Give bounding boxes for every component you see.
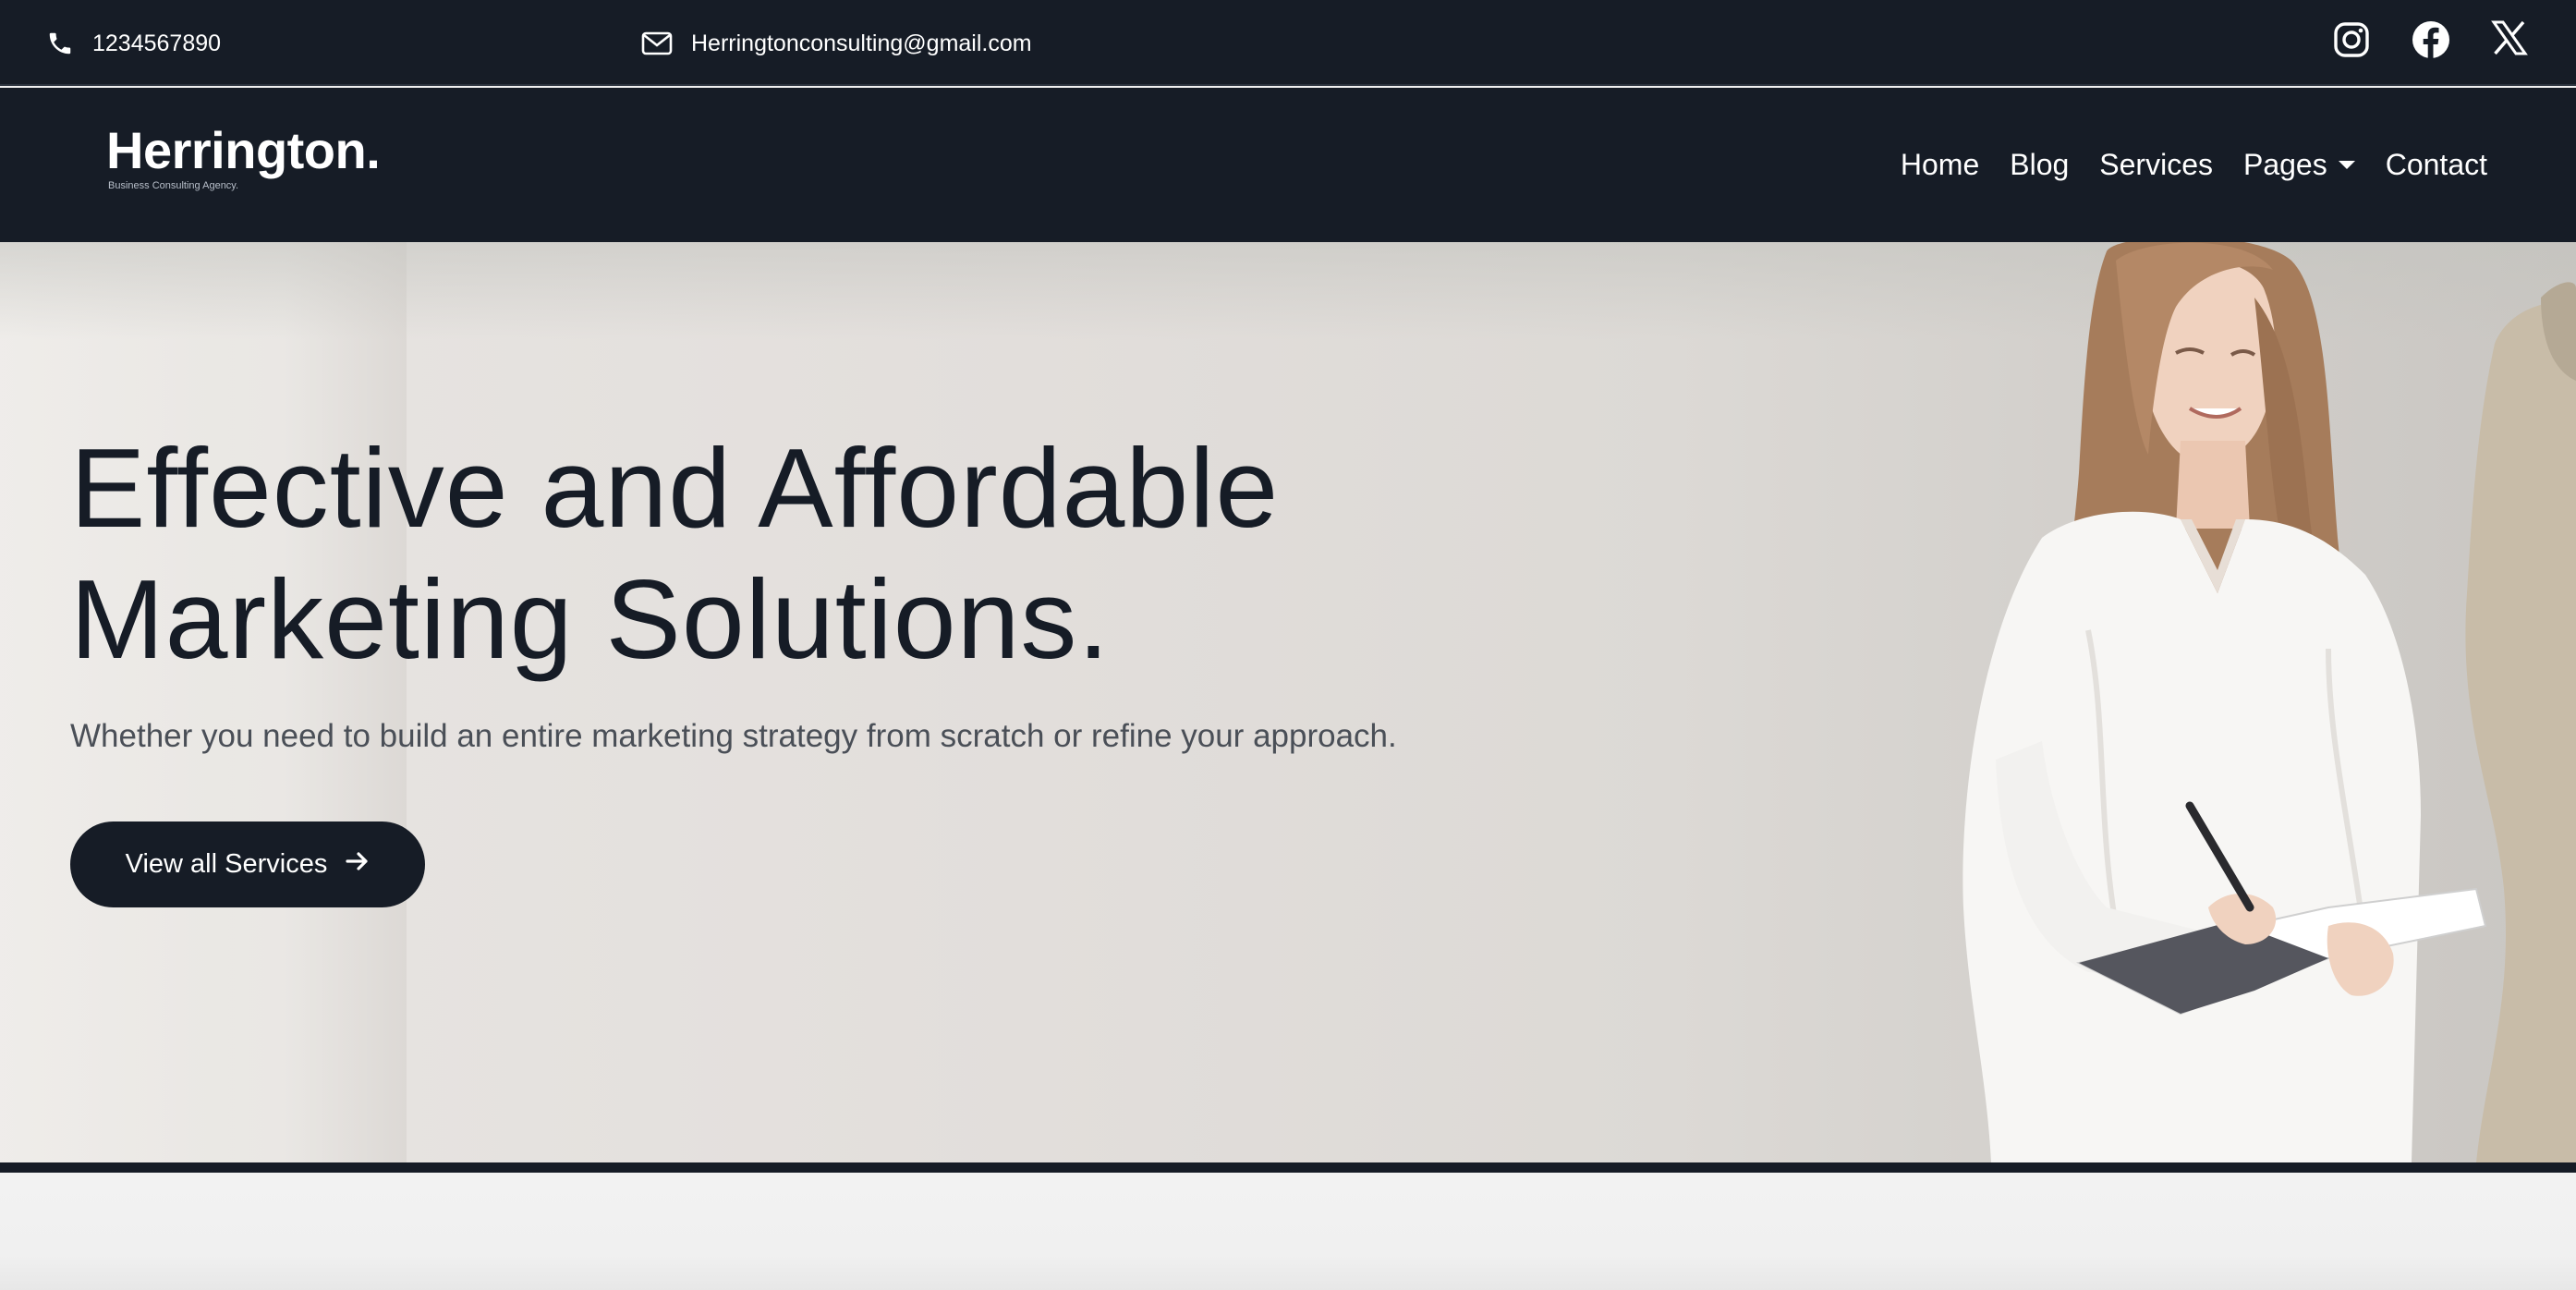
hero-background-pillar bbox=[0, 242, 407, 1162]
view-all-services-label: View all Services bbox=[125, 849, 328, 879]
nav-pages-label: Pages bbox=[2242, 148, 2327, 181]
nav-blog[interactable]: Blog bbox=[2010, 148, 2069, 182]
logo-name: Herrington. bbox=[106, 121, 381, 179]
hero-title-line-1: Effective and Affordable bbox=[70, 425, 1280, 551]
instagram-icon[interactable] bbox=[2332, 20, 2371, 59]
hero-subtitle: Whether you need to build an entire mark… bbox=[70, 718, 1397, 754]
main-navbar: Herrington. Business Consulting Agency. … bbox=[0, 88, 2576, 242]
hero-section: Effective and Affordable Marketing Solut… bbox=[0, 242, 2576, 1162]
hero-bottom-divider bbox=[0, 1162, 2576, 1173]
email-address: Herringtonconsulting@gmail.com bbox=[691, 30, 1032, 56]
next-section bbox=[0, 1173, 2576, 1290]
email-contact[interactable]: Herringtonconsulting@gmail.com bbox=[641, 26, 1032, 61]
facebook-icon[interactable] bbox=[2412, 20, 2450, 59]
social-links bbox=[2332, 20, 2530, 59]
logo-tagline: Business Consulting Agency. bbox=[108, 180, 239, 191]
view-all-services-button[interactable]: View all Services bbox=[70, 821, 425, 907]
phone-contact[interactable]: 1234567890 bbox=[46, 26, 221, 61]
nav-pages-dropdown[interactable]: Pages bbox=[2243, 148, 2355, 182]
nav-menu: Home Blog Services Pages Contact bbox=[1901, 88, 2487, 242]
nav-home[interactable]: Home bbox=[1901, 148, 1979, 182]
site-logo[interactable]: Herrington. Business Consulting Agency. bbox=[106, 121, 381, 192]
phone-icon bbox=[46, 30, 74, 57]
phone-number: 1234567890 bbox=[92, 30, 222, 56]
nav-contact[interactable]: Contact bbox=[2386, 148, 2487, 182]
envelope-icon bbox=[641, 30, 673, 56]
caret-down-icon bbox=[2338, 161, 2355, 169]
hero-title-line-2: Marketing Solutions. bbox=[70, 556, 1111, 682]
hero-photo-woman-with-notebook bbox=[1962, 242, 2576, 1162]
nav-services[interactable]: Services bbox=[2099, 148, 2213, 182]
hero-title: Effective and Affordable Marketing Solut… bbox=[70, 422, 1512, 685]
top-contact-bar: 1234567890 Herringtonconsulting@gmail.co… bbox=[0, 0, 2576, 86]
x-icon[interactable] bbox=[2491, 20, 2530, 59]
arrow-right-icon bbox=[346, 849, 370, 880]
